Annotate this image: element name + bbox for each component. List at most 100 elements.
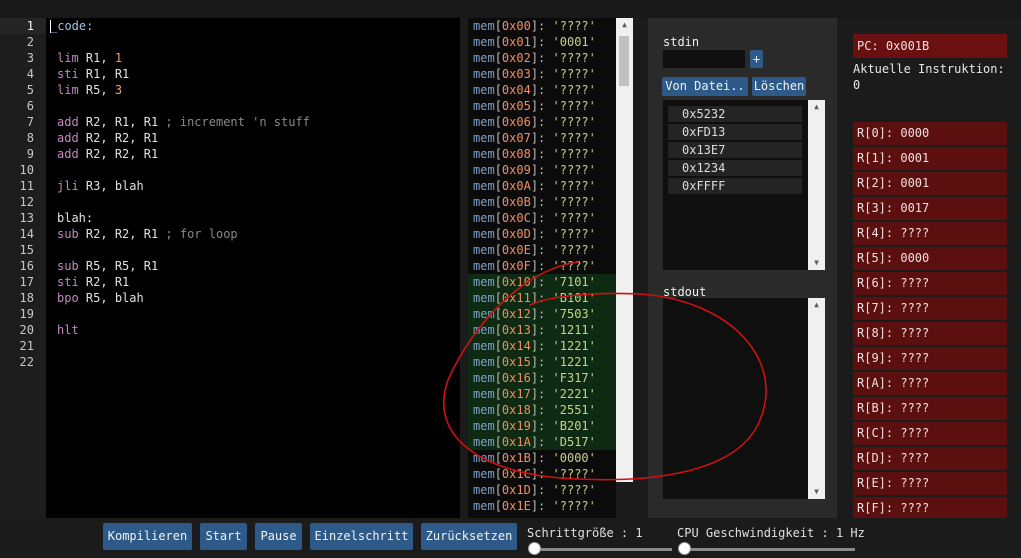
stdin-item[interactable]: 0xFFFF <box>668 178 802 194</box>
code-line: lim R5, 3 <box>57 82 122 98</box>
stdout-scrollbar[interactable]: ▲ ▼ <box>808 298 825 499</box>
memory-value: B201 <box>559 419 589 433</box>
stdin-item[interactable]: 0xFD13 <box>668 124 802 140</box>
code-args: R2, R2, R1 <box>85 227 166 241</box>
memory-scrollbar[interactable]: ▲ <box>616 18 633 482</box>
memory-value: ???? <box>559 243 589 257</box>
line-number: 22 <box>19 355 34 369</box>
register: R[E]: ???? <box>853 472 1007 495</box>
stdin-input[interactable] <box>663 50 745 68</box>
line-number: 10 <box>19 163 34 177</box>
clear-button[interactable]: Löschen <box>752 77 806 96</box>
code-line: bpo R5, blah <box>57 290 144 306</box>
memory-scroll-thumb[interactable] <box>619 36 629 86</box>
scroll-up-icon[interactable]: ▲ <box>808 100 825 114</box>
scroll-down-icon[interactable]: ▼ <box>808 256 825 270</box>
memory-name: mem <box>473 371 495 385</box>
instruction-label: Aktuelle Instruktion: <box>853 62 1005 76</box>
register: R[4]: ???? <box>853 222 1007 245</box>
top-bar <box>0 0 1021 18</box>
memory-name: mem <box>473 451 495 465</box>
code-args: R2, R1, R1 <box>85 115 166 129</box>
memory-value: ???? <box>559 163 589 177</box>
memory-name: mem <box>473 323 495 337</box>
stdout-label: stdout <box>663 285 707 299</box>
memory-row: mem[0x1E]: '????' <box>473 499 596 513</box>
memory-row: mem[0x10]: '7101' <box>468 274 616 290</box>
text-cursor <box>50 20 51 33</box>
cpu-speed-slider-handle[interactable] <box>678 542 691 555</box>
from-file-button[interactable]: Von Datei.. <box>662 77 748 96</box>
line-number: 16 <box>19 259 34 273</box>
line-number: 15 <box>19 243 34 257</box>
memory-value: ???? <box>559 99 589 113</box>
pause-button[interactable]: Pause <box>255 523 302 550</box>
memory-name: mem <box>473 51 495 65</box>
memory-address: 0x0B <box>501 195 531 209</box>
stdout-area[interactable] <box>663 298 825 499</box>
cpu-speed-slider-track[interactable] <box>680 548 855 551</box>
reset-button[interactable]: Zurücksetzen <box>421 523 517 550</box>
memory-name: mem <box>473 483 495 497</box>
memory-name: mem <box>473 403 495 417</box>
memory-row: mem[0x19]: 'B201' <box>468 418 616 434</box>
memory-value: ???? <box>559 195 589 209</box>
line-number: 9 <box>26 147 34 161</box>
step-button[interactable]: Einzelschritt <box>310 523 413 550</box>
program-counter: PC: 0x001B <box>853 34 1007 58</box>
scroll-up-icon[interactable]: ▲ <box>808 298 825 312</box>
code-line: lim R1, 1 <box>57 50 122 66</box>
memory-address: 0x0D <box>501 227 531 241</box>
scroll-down-icon[interactable]: ▼ <box>808 485 825 499</box>
code-args: R2, R2, R1 <box>85 131 159 145</box>
memory-address: 0x1E <box>501 499 531 513</box>
stdin-list-scrollbar[interactable]: ▲ ▼ <box>808 100 825 270</box>
code-op: sub <box>57 227 79 241</box>
memory-address: 0x01 <box>501 35 531 49</box>
memory-address: 0x17 <box>501 387 531 401</box>
stdin-add-button[interactable]: + <box>750 50 763 68</box>
memory-name: mem <box>473 147 495 161</box>
memory-name: mem <box>473 227 495 241</box>
memory-address: 0x1C <box>501 467 531 481</box>
memory-value: ???? <box>559 211 589 225</box>
stdin-item[interactable]: 0x13E7 <box>668 142 802 158</box>
step-size-slider-handle[interactable] <box>528 542 541 555</box>
memory-row: mem[0x0A]: '????' <box>473 179 596 193</box>
stdin-item[interactable]: 0x1234 <box>668 160 802 176</box>
memory-value: 0001 <box>559 35 589 49</box>
scroll-up-icon[interactable]: ▲ <box>616 18 633 32</box>
register: R[8]: ???? <box>853 322 1007 345</box>
memory-name: mem <box>473 243 495 257</box>
memory-address: 0x02 <box>501 51 531 65</box>
code-op: lim <box>57 83 79 97</box>
memory-row: mem[0x14]: '1221' <box>468 338 616 354</box>
memory-value: 1221 <box>559 355 589 369</box>
line-number: 5 <box>26 83 34 97</box>
memory-value: ???? <box>559 19 589 33</box>
line-number: 20 <box>19 323 34 337</box>
code-args: R2, R1 <box>85 275 130 289</box>
memory-row: mem[0x05]: '????' <box>473 99 596 113</box>
memory-name: mem <box>473 387 495 401</box>
line-number: 14 <box>19 227 34 241</box>
memory-row: mem[0x03]: '????' <box>473 67 596 81</box>
memory-address: 0x04 <box>501 83 531 97</box>
memory-name: mem <box>473 355 495 369</box>
compile-button[interactable]: Kompilieren <box>103 523 192 550</box>
memory-address: 0x18 <box>501 403 531 417</box>
stdin-item[interactable]: 0x5232 <box>668 106 802 122</box>
register: R[9]: ???? <box>853 347 1007 370</box>
memory-address: 0x11 <box>501 291 531 305</box>
memory-name: mem <box>473 435 495 449</box>
step-size-slider-track[interactable] <box>530 548 672 551</box>
start-button[interactable]: Start <box>200 523 247 550</box>
memory-row: mem[0x1B]: '0000' <box>473 451 596 465</box>
memory-view[interactable]: mem[0x00]: '????' mem[0x01]: '0001' mem[0x… <box>468 18 616 518</box>
memory-value: 0000 <box>559 451 589 465</box>
line-number: 13 <box>19 211 34 225</box>
memory-row: mem[0x16]: 'F317' <box>468 370 616 386</box>
line-number: 4 <box>26 67 34 81</box>
instruction-value: 0 <box>853 78 861 92</box>
memory-name: mem <box>473 99 495 113</box>
